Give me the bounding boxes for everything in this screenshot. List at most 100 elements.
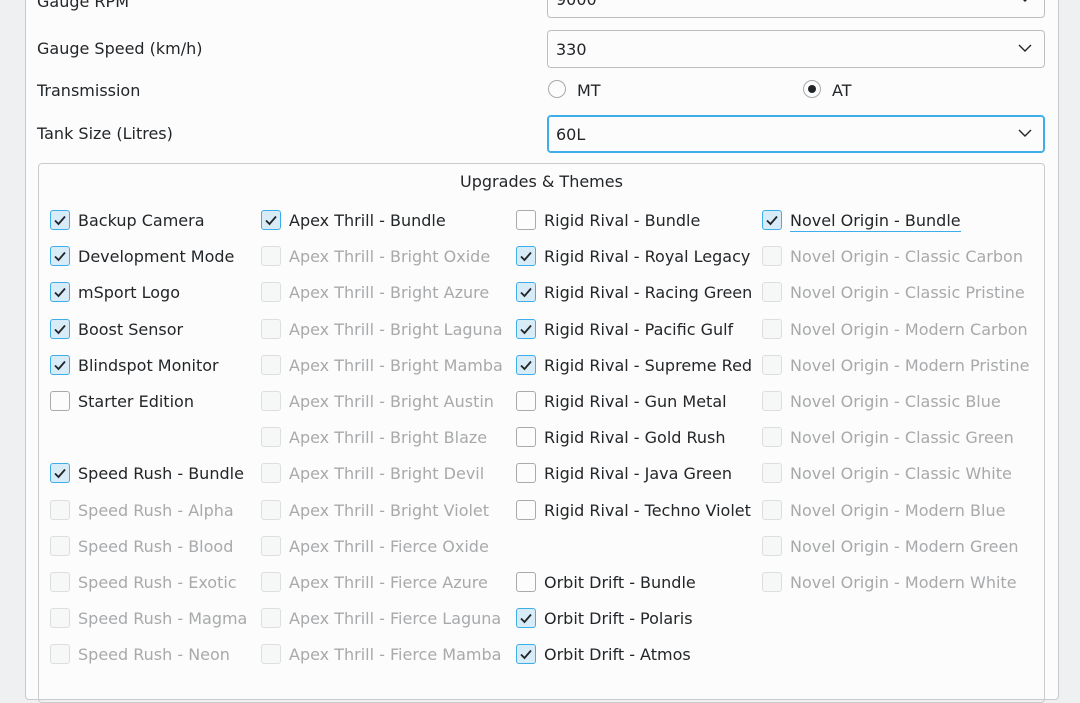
check-icon bbox=[520, 324, 532, 335]
checkbox-label: Apex Thrill - Bright Violet bbox=[289, 501, 490, 520]
checkbox-box[interactable] bbox=[516, 427, 536, 447]
check-icon bbox=[520, 613, 532, 624]
checkbox-box[interactable] bbox=[50, 210, 70, 230]
radio-button[interactable] bbox=[548, 80, 566, 98]
checkbox-label: Novel Origin - Modern Green bbox=[790, 537, 1019, 556]
checkbox-label: Apex Thrill - Bright Mamba bbox=[289, 356, 503, 375]
checkbox-label: Rigid Rival - Java Green bbox=[544, 464, 732, 483]
checkbox-label: Speed Rush - Exotic bbox=[78, 573, 237, 592]
checkbox-label: Backup Camera bbox=[78, 211, 205, 230]
gauge-rpm-label: Gauge RPM bbox=[37, 0, 129, 11]
tank-size-label: Tank Size (Litres) bbox=[37, 124, 173, 143]
checkbox-box[interactable] bbox=[516, 572, 536, 592]
checkbox-box bbox=[762, 319, 782, 339]
checkbox-box bbox=[50, 572, 70, 592]
tank-size-value: 60L bbox=[556, 125, 586, 144]
checkbox-box bbox=[261, 463, 281, 483]
checkbox-label: Apex Thrill - Fierce Mamba bbox=[289, 645, 502, 664]
checkbox-label: Apex Thrill - Bright Azure bbox=[289, 283, 490, 302]
gauge-speed-combo[interactable]: 330 bbox=[547, 30, 1045, 68]
check-icon bbox=[54, 360, 66, 371]
checkbox-box[interactable] bbox=[50, 355, 70, 375]
checkbox-box bbox=[261, 246, 281, 266]
checkbox-box[interactable] bbox=[516, 391, 536, 411]
checkbox-box[interactable] bbox=[516, 319, 536, 339]
checkbox-box bbox=[762, 355, 782, 375]
checkbox-box[interactable] bbox=[516, 282, 536, 302]
checkbox-label: Novel Origin - Classic Green bbox=[790, 428, 1014, 447]
checkbox-label: Apex Thrill - Fierce Laguna bbox=[289, 609, 502, 628]
checkbox-label: Speed Rush - Bundle bbox=[78, 464, 244, 483]
checkbox-box[interactable] bbox=[50, 319, 70, 339]
checkbox-box[interactable] bbox=[50, 282, 70, 302]
checkbox-label: Novel Origin - Classic Pristine bbox=[790, 283, 1025, 302]
checkbox-label: Rigid Rival - Gun Metal bbox=[544, 392, 727, 411]
checkbox-label: Rigid Rival - Pacific Gulf bbox=[544, 320, 734, 339]
gauge-speed-value: 330 bbox=[556, 40, 587, 59]
checkbox-label: Orbit Drift - Bundle bbox=[544, 573, 696, 592]
checkbox-box bbox=[261, 282, 281, 302]
checkbox-box bbox=[261, 572, 281, 592]
gauge-rpm-value: 9000 bbox=[556, 0, 597, 10]
checkbox-box bbox=[261, 608, 281, 628]
checkbox-box bbox=[261, 319, 281, 339]
checkbox-label: Rigid Rival - Bundle bbox=[544, 211, 701, 230]
checkbox-label: Apex Thrill - Bright Austin bbox=[289, 392, 494, 411]
checkbox-box bbox=[261, 500, 281, 520]
checkbox-box[interactable] bbox=[762, 210, 782, 230]
checkbox-label: Orbit Drift - Atmos bbox=[544, 645, 691, 664]
checkbox-box[interactable] bbox=[516, 500, 536, 520]
checkbox-box[interactable] bbox=[516, 246, 536, 266]
checkbox-label: Rigid Rival - Gold Rush bbox=[544, 428, 726, 447]
checkbox-label: Novel Origin - Bundle bbox=[790, 211, 961, 232]
checkbox-box[interactable] bbox=[516, 463, 536, 483]
checkbox-box bbox=[50, 500, 70, 520]
checkbox-label: Apex Thrill - Fierce Azure bbox=[289, 573, 488, 592]
radio-label: MT bbox=[577, 81, 601, 100]
checkbox-box[interactable] bbox=[50, 463, 70, 483]
checkbox-box bbox=[762, 536, 782, 556]
checkbox-label: Development Mode bbox=[78, 247, 235, 266]
checkbox-box bbox=[762, 427, 782, 447]
checkbox-box bbox=[762, 246, 782, 266]
gauge-rpm-combo[interactable]: 9000 bbox=[547, 0, 1045, 18]
group-title: Upgrades & Themes bbox=[460, 172, 623, 191]
check-icon bbox=[54, 468, 66, 479]
checkbox-label: Orbit Drift - Polaris bbox=[544, 609, 693, 628]
checkbox-label: Novel Origin - Modern Pristine bbox=[790, 356, 1030, 375]
check-icon bbox=[520, 649, 532, 660]
chevron-down-icon bbox=[1018, 129, 1032, 137]
checkbox-label: Blindspot Monitor bbox=[78, 356, 219, 375]
checkbox-label: Speed Rush - Alpha bbox=[78, 501, 234, 520]
checkbox-box[interactable] bbox=[50, 391, 70, 411]
chevron-down-icon bbox=[1023, 0, 1027, 2]
checkbox-label: Speed Rush - Blood bbox=[78, 537, 234, 556]
checkbox-box bbox=[261, 427, 281, 447]
checkbox-box bbox=[762, 572, 782, 592]
checkbox-box bbox=[261, 644, 281, 664]
tank-size-combo[interactable]: 60L bbox=[547, 115, 1045, 153]
checkbox-label: Speed Rush - Magma bbox=[78, 609, 248, 628]
radio-button[interactable] bbox=[803, 80, 821, 98]
checkbox-label: Rigid Rival - Supreme Red bbox=[544, 356, 753, 375]
checkbox-box[interactable] bbox=[516, 644, 536, 664]
checkbox-box[interactable] bbox=[261, 210, 281, 230]
checkbox-label: Novel Origin - Modern Carbon bbox=[790, 320, 1028, 339]
check-icon bbox=[766, 215, 778, 226]
checkbox-label: Boost Sensor bbox=[78, 320, 184, 339]
checkbox-label: Apex Thrill - Bright Devil bbox=[289, 464, 485, 483]
check-icon bbox=[520, 251, 532, 262]
checkbox-box bbox=[261, 355, 281, 375]
checkbox-box[interactable] bbox=[516, 355, 536, 375]
checkbox-label: mSport Logo bbox=[78, 283, 180, 302]
checkbox-label: Novel Origin - Classic White bbox=[790, 464, 1012, 483]
check-icon bbox=[54, 287, 66, 298]
checkbox-label: Apex Thrill - Bundle bbox=[289, 211, 446, 230]
checkbox-box[interactable] bbox=[516, 608, 536, 628]
checkbox-box[interactable] bbox=[50, 246, 70, 266]
checkbox-box[interactable] bbox=[516, 210, 536, 230]
checkbox-box bbox=[261, 536, 281, 556]
checkbox-label: Apex Thrill - Fierce Oxide bbox=[289, 537, 489, 556]
checkbox-label: Rigid Rival - Royal Legacy bbox=[544, 247, 751, 266]
checkbox-box bbox=[50, 644, 70, 664]
